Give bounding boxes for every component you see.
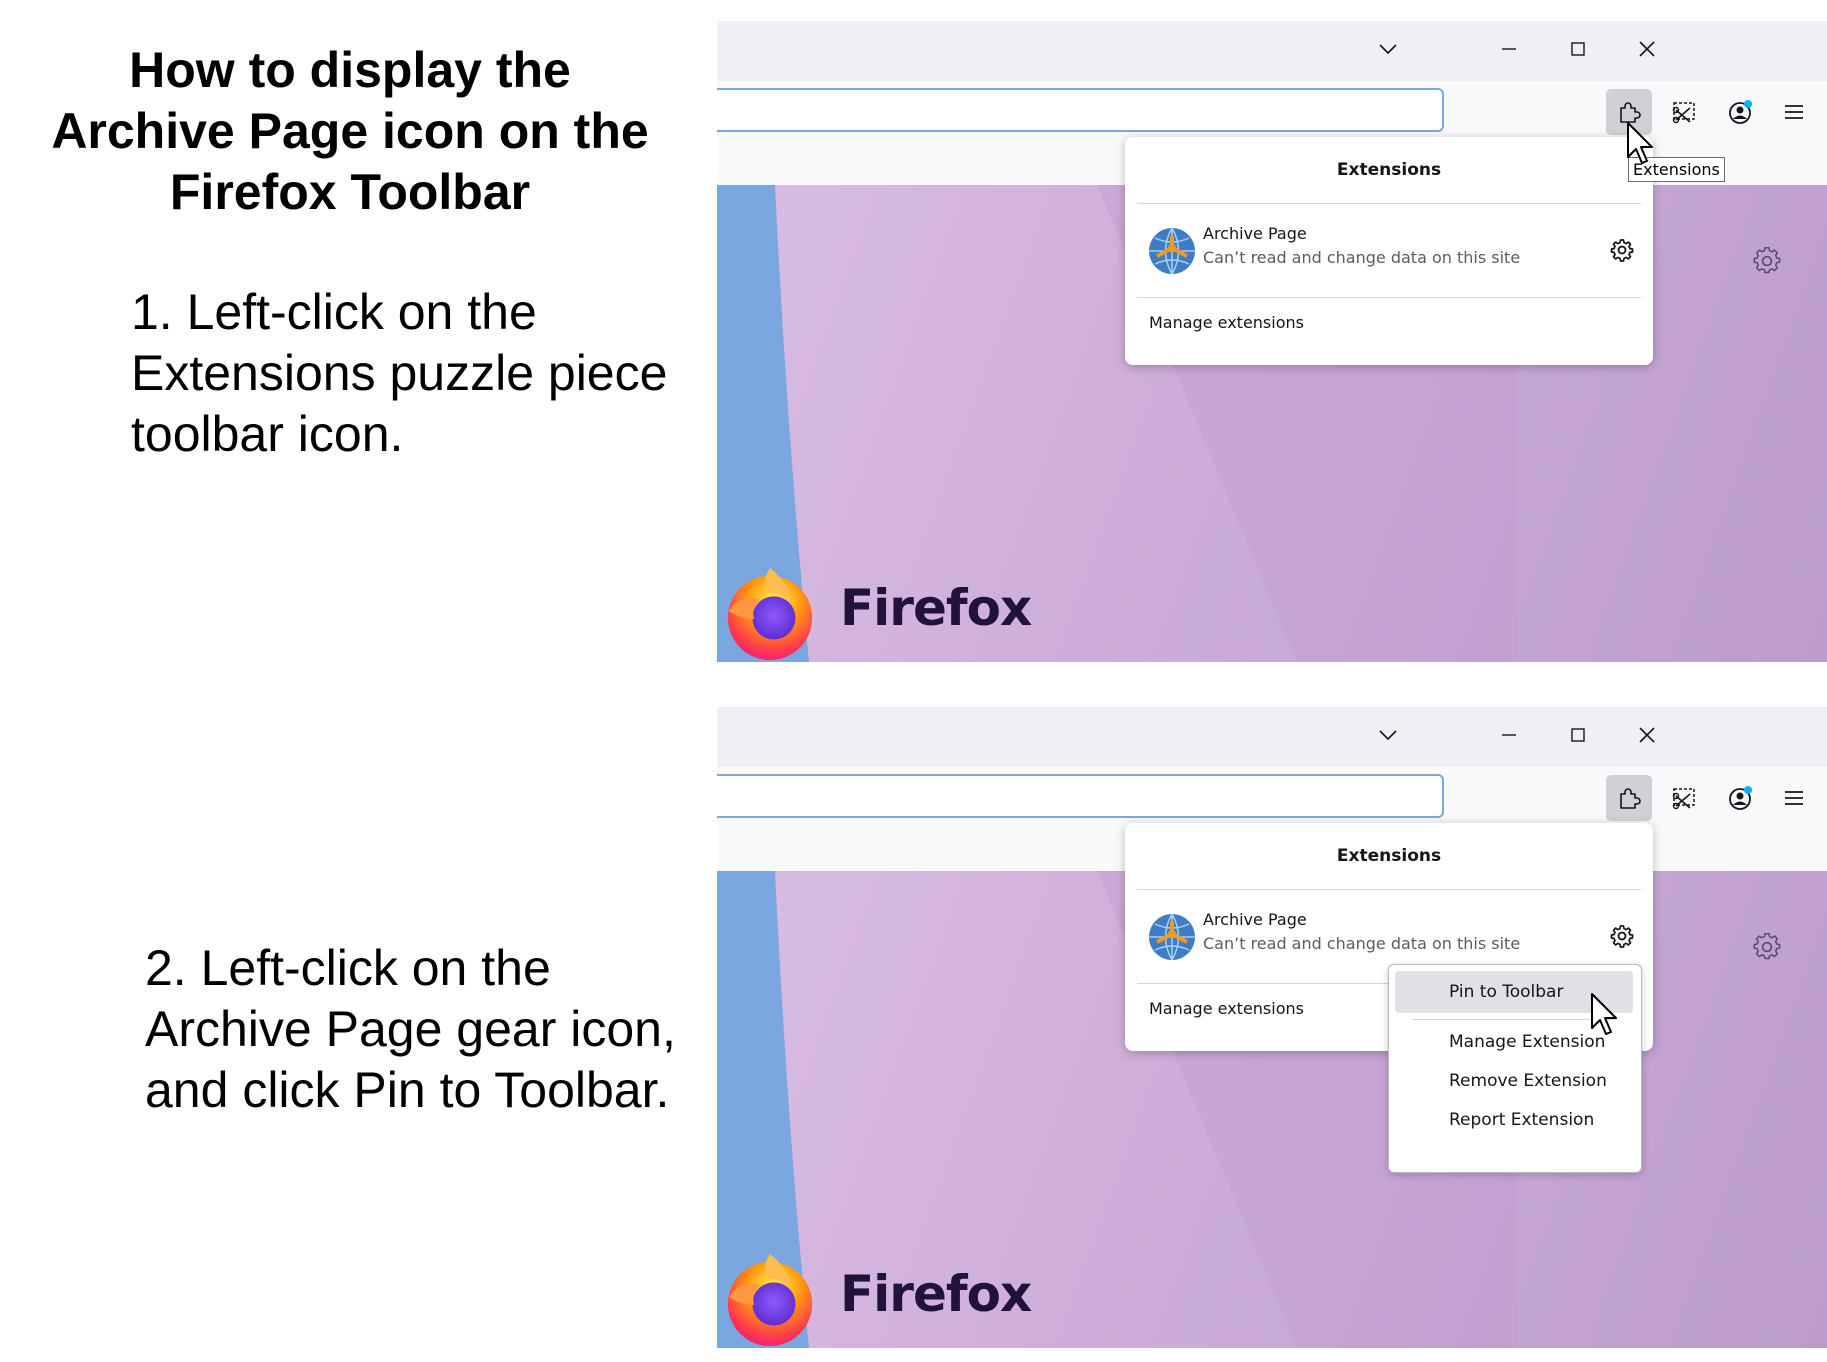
firefox-logo <box>721 1250 819 1348</box>
account-icon[interactable] <box>1717 89 1763 135</box>
firefox-window-step-1: Firefox Extensions Archive Page Can’t re… <box>717 21 1827 662</box>
screenshot-icon[interactable] <box>1661 89 1707 135</box>
firefox-logo <box>721 564 819 662</box>
cursor-icon <box>1591 993 1617 1035</box>
menu-icon[interactable] <box>1771 775 1817 821</box>
archive-page-globe-icon <box>1147 226 1197 276</box>
firefox-wordmark: Firefox <box>840 579 1032 637</box>
maximize-icon[interactable] <box>1558 717 1598 753</box>
extension-item-archive-page[interactable]: Archive Page Can’t read and change data … <box>1137 903 1641 973</box>
firefox-wordmark: Firefox <box>840 1265 1032 1323</box>
extension-name: Archive Page <box>1203 910 1307 929</box>
menu-icon[interactable] <box>1771 89 1817 135</box>
step-1-instruction: 1. Left-click on the Extensions puzzle p… <box>131 284 668 462</box>
screenshot-icon[interactable] <box>1661 775 1707 821</box>
maximize-icon[interactable] <box>1558 31 1598 67</box>
minimize-icon[interactable] <box>1489 717 1529 753</box>
divider <box>1137 203 1641 204</box>
divider <box>1137 889 1641 890</box>
account-icon[interactable] <box>1717 775 1763 821</box>
extension-status: Can’t read and change data on this site <box>1203 248 1521 267</box>
archive-page-globe-icon <box>1147 912 1197 962</box>
manage-extensions-link[interactable]: Manage extensions <box>1149 313 1304 332</box>
minimize-icon[interactable] <box>1489 31 1529 67</box>
firefox-window-step-2: Firefox Extensions Archive Page Can’t re… <box>717 707 1827 1348</box>
extension-item-archive-page[interactable]: Archive Page Can’t read and change data … <box>1137 217 1641 287</box>
extension-name: Archive Page <box>1203 224 1307 243</box>
page-title: How to display the Archive Page icon on … <box>51 42 649 220</box>
close-icon[interactable] <box>1627 717 1667 753</box>
cursor-icon <box>1627 122 1653 164</box>
divider <box>1137 297 1641 298</box>
manage-extensions-link[interactable]: Manage extensions <box>1149 999 1304 1018</box>
url-bar[interactable] <box>717 88 1444 132</box>
background-gear-icon[interactable] <box>1752 246 1782 276</box>
tab-list-chevron-down-icon[interactable] <box>1368 717 1408 753</box>
menu-separator <box>1413 1019 1617 1020</box>
extensions-puzzle-icon[interactable] <box>1606 775 1652 821</box>
close-icon[interactable] <box>1627 31 1667 67</box>
step-2-instruction: 2. Left-click on the Archive Page gear i… <box>145 940 676 1118</box>
extensions-panel: Extensions Archive Page Can’t read and c… <box>1125 137 1653 365</box>
extension-gear-icon[interactable] <box>1607 921 1637 951</box>
panel-title: Extensions <box>1336 846 1442 866</box>
background-gear-icon[interactable] <box>1752 932 1782 962</box>
url-bar[interactable] <box>717 774 1444 818</box>
panel-title: Extensions <box>1336 160 1442 180</box>
extension-gear-icon[interactable] <box>1607 235 1637 265</box>
menu-item-remove-extension[interactable]: Remove Extension <box>1395 1060 1633 1102</box>
menu-item-report-extension[interactable]: Report Extension <box>1395 1099 1633 1141</box>
tab-list-chevron-down-icon[interactable] <box>1368 31 1408 67</box>
extension-status: Can’t read and change data on this site <box>1203 934 1521 953</box>
